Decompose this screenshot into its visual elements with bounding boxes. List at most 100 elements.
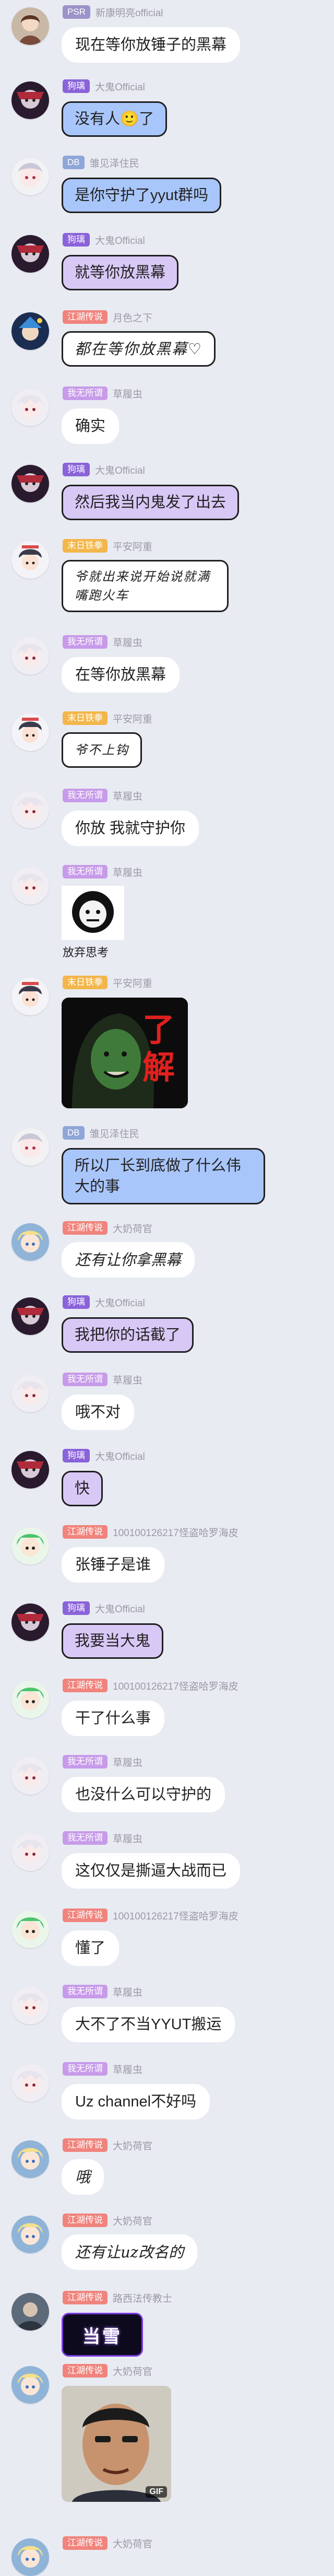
sender-meta: 我无所谓 草履虫 — [63, 789, 142, 802]
user-badge: 狗璃 — [63, 1601, 90, 1615]
sender-meta: 我无所谓 草履虫 — [63, 865, 142, 879]
avatar[interactable] — [11, 1527, 49, 1565]
message-bubble[interactable]: 我要当大鬼 — [62, 1623, 164, 1659]
message-bubble[interactable]: 然后我当内鬼发了出去 — [62, 485, 240, 520]
message-bubble[interactable]: 哦不对 — [62, 1395, 135, 1430]
avatar[interactable] — [11, 2293, 49, 2331]
avatar[interactable] — [11, 1451, 49, 1489]
avatar[interactable] — [11, 2538, 49, 2576]
avatar[interactable] — [11, 2064, 49, 2102]
avatar[interactable] — [11, 1223, 49, 1261]
sender-name[interactable]: 草履虫 — [113, 1831, 142, 1845]
avatar[interactable] — [11, 1911, 49, 1948]
sender-name[interactable]: 路西法传教士 — [113, 2291, 172, 2305]
avatar[interactable] — [11, 235, 49, 273]
sticker-image[interactable]: 了解 — [62, 998, 188, 1108]
sender-meta: 我无所谓 草履虫 — [63, 1373, 142, 1386]
message-bubble[interactable]: 爷就出来说开始说就满嘴跑火车 — [62, 560, 229, 612]
sender-name[interactable]: 平安阿重 — [113, 711, 152, 725]
sender-name[interactable]: 草履虫 — [113, 1373, 142, 1387]
message-bubble[interactable]: 没有人🙂了 — [62, 101, 168, 137]
sender-name[interactable]: 大奶荷官 — [113, 1221, 152, 1235]
avatar[interactable] — [11, 465, 49, 502]
sender-meta: 江湖传说 月色之下 — [63, 310, 152, 324]
sender-name[interactable]: 草履虫 — [113, 1985, 142, 1999]
sender-name[interactable]: 草履虫 — [113, 1755, 142, 1769]
sender-name[interactable]: 平安阿重 — [113, 539, 152, 553]
avatar[interactable] — [11, 541, 49, 579]
sender-name[interactable]: 雏见泽住民 — [90, 156, 139, 170]
avatar[interactable] — [11, 1603, 49, 1641]
sender-name[interactable]: 草履虫 — [113, 387, 142, 401]
avatar[interactable] — [11, 1833, 49, 1871]
avatar[interactable] — [11, 389, 49, 426]
sender-name[interactable]: 大鬼Official — [95, 463, 145, 477]
user-badge: 我无所谓 — [63, 635, 108, 649]
sender-name[interactable]: 100100126217怪盗哈罗海皮 — [113, 1908, 238, 1923]
message-bubble[interactable]: 哦 — [62, 2159, 104, 2195]
avatar[interactable] — [11, 2216, 49, 2253]
sender-meta: 狗璃 大鬼Official — [63, 233, 145, 247]
avatar[interactable] — [11, 2366, 49, 2404]
avatar[interactable] — [11, 1681, 49, 1718]
avatar[interactable] — [11, 1375, 49, 1412]
message-bubble[interactable]: 爷不上钩 — [62, 732, 142, 768]
sender-meta: 江湖传说 大奶荷官 — [63, 2214, 152, 2227]
message-bubble[interactable]: 都在等你放黑幕♡ — [62, 331, 216, 367]
avatar[interactable] — [11, 1128, 49, 1166]
sender-name[interactable]: 大鬼Official — [95, 1601, 145, 1615]
avatar[interactable] — [11, 637, 49, 675]
sender-name[interactable]: 平安阿重 — [113, 976, 152, 990]
avatar[interactable] — [11, 1297, 49, 1335]
sender-name[interactable]: 大奶荷官 — [113, 2138, 152, 2152]
sticker-image[interactable] — [62, 886, 124, 940]
sender-name[interactable]: 大奶荷官 — [113, 2364, 152, 2378]
avatar[interactable] — [11, 158, 49, 195]
message-bubble[interactable]: 现在等你放锤子的黑幕 — [62, 27, 241, 63]
message-bubble[interactable]: 还有让你拿黑幕 — [62, 1242, 195, 1278]
sticker-image[interactable]: 当雪 — [62, 2313, 143, 2357]
sender-name[interactable]: 大鬼Official — [95, 1449, 145, 1463]
avatar[interactable] — [11, 7, 49, 45]
message-bubble[interactable]: 懂了 — [62, 1930, 120, 1966]
avatar[interactable] — [11, 2140, 49, 2178]
message-bubble[interactable]: 干了什么事 — [62, 1701, 165, 1736]
sender-name[interactable]: 大鬼Official — [95, 233, 145, 247]
message-bubble[interactable]: 就等你放黑幕 — [62, 255, 179, 290]
message-bubble[interactable]: 这仅仅是撕逼大战而已 — [62, 1853, 241, 1889]
sender-name[interactable]: 草履虫 — [113, 789, 142, 803]
message-bubble[interactable]: 还有让uz改名的 — [62, 2234, 197, 2270]
message-bubble[interactable]: Uz channel不好吗 — [62, 2084, 210, 2120]
avatar[interactable] — [11, 791, 49, 828]
avatar[interactable] — [11, 312, 49, 350]
avatar[interactable] — [11, 81, 49, 119]
message-bubble[interactable]: 也没什么可以守护的 — [62, 1777, 225, 1812]
message-bubble[interactable]: 确实 — [62, 408, 120, 444]
sender-name[interactable]: 雏见泽住民 — [90, 1126, 139, 1140]
avatar[interactable] — [11, 1987, 49, 2024]
message-bubble[interactable]: 是你守护了yyut群吗 — [62, 178, 222, 213]
avatar[interactable] — [11, 978, 49, 1015]
sender-name[interactable]: 大奶荷官 — [113, 2536, 152, 2550]
sender-name[interactable]: 新康明亮official — [96, 5, 163, 19]
message-bubble[interactable]: 在等你放黑幕 — [62, 657, 180, 693]
avatar[interactable] — [11, 867, 49, 905]
message-bubble[interactable]: 大不了不当YYUT搬运 — [62, 2007, 235, 2042]
sender-name[interactable]: 100100126217怪盗哈罗海皮 — [113, 1679, 238, 1693]
sender-name[interactable]: 草履虫 — [113, 635, 142, 649]
sender-name[interactable]: 100100126217怪盗哈罗海皮 — [113, 1525, 238, 1539]
avatar[interactable] — [11, 1757, 49, 1795]
sender-name[interactable]: 月色之下 — [113, 310, 152, 324]
sender-name[interactable]: 大奶荷官 — [113, 2214, 152, 2228]
sender-name[interactable]: 大鬼Official — [95, 79, 145, 93]
message-bubble[interactable]: 张锤子是谁 — [62, 1547, 165, 1583]
sender-name[interactable]: 草履虫 — [113, 2062, 142, 2076]
gif-image[interactable]: GIF — [62, 2386, 171, 2502]
sender-name[interactable]: 大鬼Official — [95, 1295, 145, 1309]
avatar[interactable] — [11, 713, 49, 751]
message-bubble[interactable]: 你放 我就守护你 — [62, 811, 199, 846]
message-bubble[interactable]: 我把你的话截了 — [62, 1317, 194, 1353]
message-bubble[interactable]: 所以厂长到底做了什么伟大的事 — [62, 1148, 265, 1204]
sender-name[interactable]: 草履虫 — [113, 865, 142, 879]
message-bubble[interactable]: 快 — [62, 1471, 103, 1506]
